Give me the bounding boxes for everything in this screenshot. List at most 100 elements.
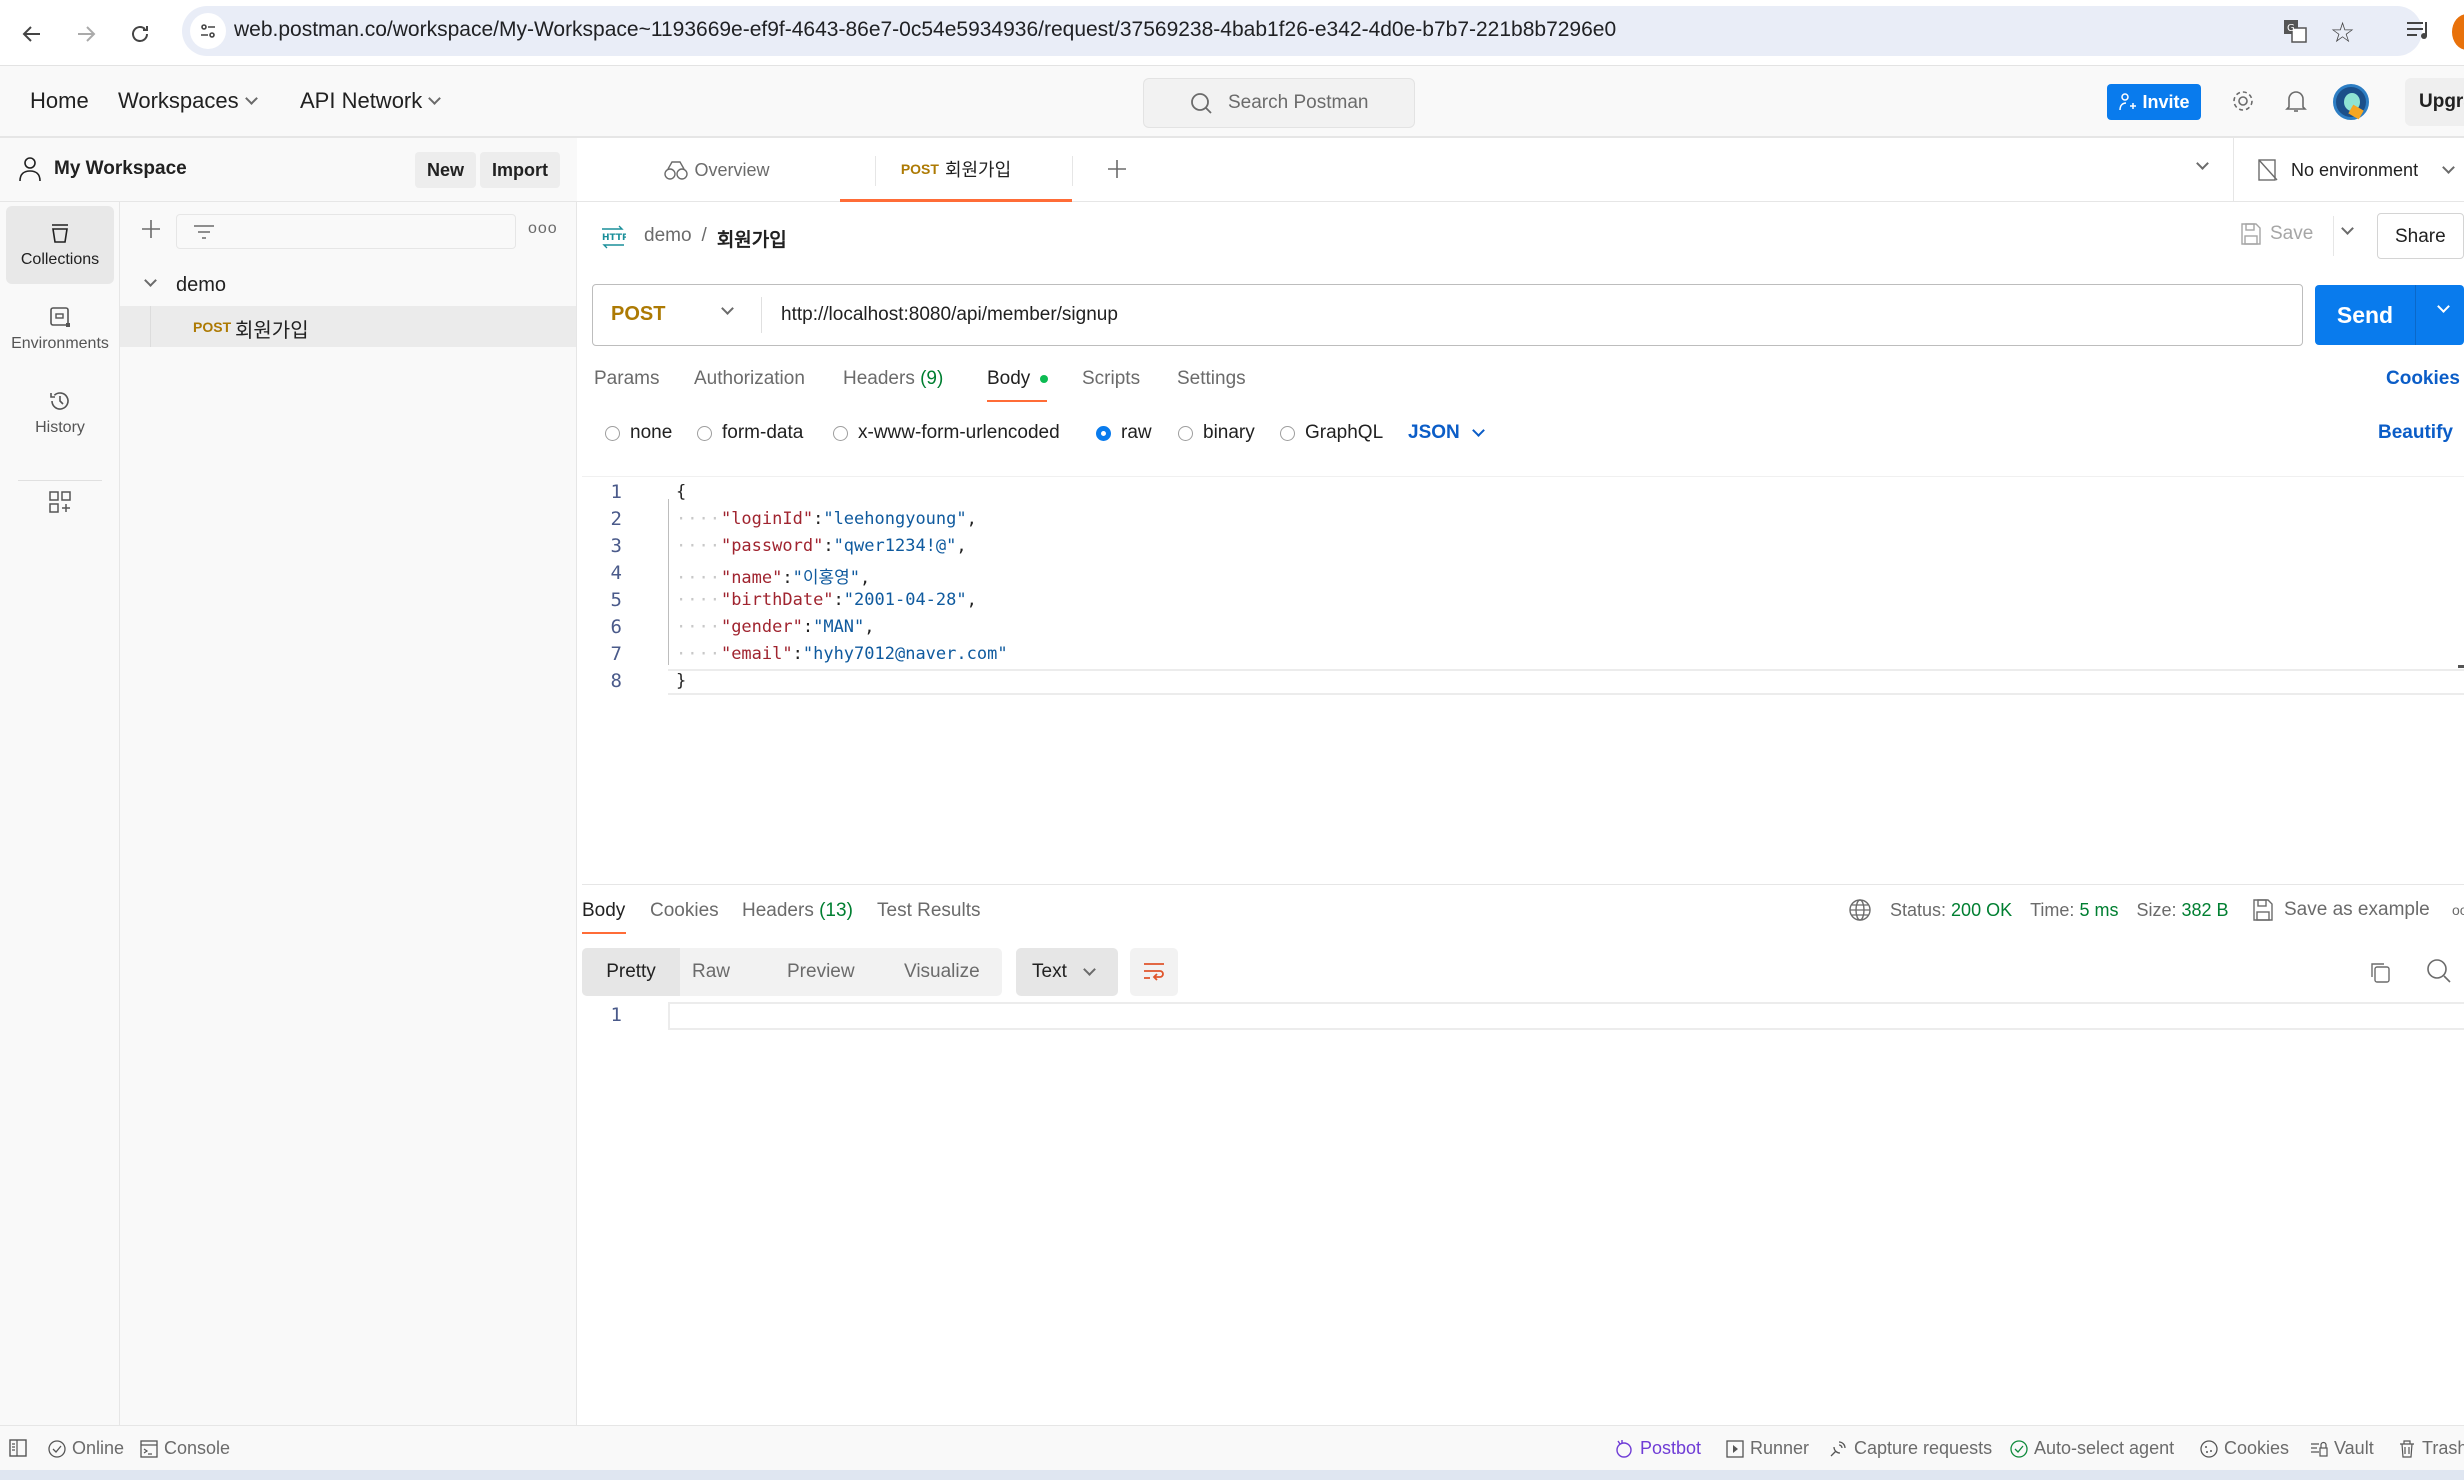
json-key: "birthDate" <box>720 590 834 610</box>
cookies-button[interactable]: Cookies <box>2200 1438 2289 1459</box>
capture-requests-button[interactable]: Capture requests <box>1828 1438 1992 1459</box>
more-options-icon[interactable]: ooo <box>528 220 558 238</box>
beautify-link[interactable]: Beautify <box>2378 422 2453 444</box>
request-tabs-bar: Overview POST 회원가입 No environment <box>577 138 2464 202</box>
settings-icon[interactable] <box>2230 88 2256 114</box>
online-status[interactable]: Online <box>48 1438 124 1459</box>
radio-none[interactable]: none <box>605 422 672 444</box>
share-button[interactable]: Share <box>2377 213 2464 259</box>
sidebar-item-environments[interactable]: Environments <box>6 290 114 368</box>
tab-headers[interactable]: Headers (9) <box>843 368 943 390</box>
response-tab-headers[interactable]: Headers (13) <box>742 900 853 922</box>
json-key: "name" <box>720 568 783 588</box>
language-select[interactable]: JSON <box>1408 422 1485 444</box>
runner-button[interactable]: Runner <box>1726 1438 1809 1459</box>
search-response-icon[interactable] <box>2426 958 2452 984</box>
method-select[interactable]: POST <box>593 285 761 345</box>
notifications-bell-icon[interactable] <box>2284 88 2308 114</box>
radio-binary[interactable]: binary <box>1178 422 1255 444</box>
filter-collections-input[interactable] <box>176 214 516 249</box>
response-tab-cookies[interactable]: Cookies <box>650 900 719 922</box>
url-input[interactable] <box>781 299 2281 331</box>
response-format-select[interactable]: Text <box>1016 948 1118 996</box>
vault-button[interactable]: Vault <box>2310 1438 2374 1459</box>
response-more-icon[interactable]: oo <box>2452 902 2464 918</box>
radio-graphql[interactable]: GraphQL <box>1280 422 1383 444</box>
send-options-chevron-icon[interactable] <box>2437 300 2450 313</box>
url-text[interactable]: web.postman.co/workspace/My-Workspace~11… <box>234 18 1616 42</box>
request-item[interactable]: POST 회원가입 <box>120 306 576 347</box>
workspace-name[interactable]: My Workspace <box>54 158 187 180</box>
tabs-overflow-chevron-icon[interactable] <box>2196 157 2209 170</box>
indent-whitespace: ···· <box>676 536 721 556</box>
search-input[interactable]: Search Postman <box>1143 78 1415 128</box>
media-control-icon[interactable] <box>2404 16 2432 44</box>
add-user-icon <box>2119 93 2137 111</box>
body-editor[interactable]: 1{2 ····"loginId":"leehongyoung", 3 ····"pa… <box>582 476 2464 876</box>
breadcrumb-collection[interactable]: demo <box>644 225 692 252</box>
editor-scrollbar[interactable] <box>2458 665 2464 668</box>
save-button[interactable]: Save <box>2240 222 2313 246</box>
forward-button[interactable] <box>66 14 106 54</box>
new-button[interactable]: New <box>415 152 477 188</box>
tab-request-signup[interactable]: POST 회원가입 <box>840 138 1072 202</box>
import-button[interactable]: Import <box>480 152 560 188</box>
nav-api-network[interactable]: API Network <box>300 88 442 114</box>
sidebar-item-collections[interactable]: Collections <box>6 206 114 284</box>
response-body-viewer[interactable]: 1 <box>582 1000 2464 1420</box>
tab-overview[interactable]: Overview <box>597 138 837 202</box>
back-button[interactable] <box>12 14 52 54</box>
radio-urlencoded[interactable]: x-www-form-urlencoded <box>833 422 1060 444</box>
tab-authorization[interactable]: Authorization <box>694 368 805 390</box>
view-pretty[interactable]: Pretty <box>582 948 680 996</box>
code-line: ····"loginId":"leehongyoung", <box>676 509 977 529</box>
new-tab-button[interactable] <box>1106 158 1128 180</box>
auto-select-agent-button[interactable]: Auto-select agent <box>2010 1438 2174 1459</box>
upgrade-button[interactable]: Upgrade <box>2405 78 2464 126</box>
toggle-sidebar-icon[interactable] <box>8 1438 28 1458</box>
globe-icon[interactable] <box>1848 898 1872 922</box>
environment-selector[interactable]: No environment <box>2257 138 2464 202</box>
tab-scripts[interactable]: Scripts <box>1082 368 1140 390</box>
save-as-example-button[interactable]: Save as example <box>2252 898 2430 922</box>
nav-workspaces[interactable]: Workspaces <box>118 88 258 114</box>
radio-raw[interactable]: raw <box>1096 422 1152 444</box>
trash-button[interactable]: Trash <box>2398 1438 2464 1459</box>
request-name[interactable]: 회원가입 <box>717 225 787 252</box>
radio-form-data[interactable]: form-data <box>697 422 803 444</box>
postbot-button[interactable]: Postbot <box>1614 1438 1701 1459</box>
wrap-lines-button[interactable] <box>1130 948 1178 996</box>
size-readout[interactable]: Size: 382 B <box>2136 900 2228 921</box>
send-button[interactable]: Send <box>2315 285 2415 345</box>
save-options-chevron-icon[interactable] <box>2341 222 2354 235</box>
sidebar-item-history[interactable]: History <box>6 374 114 452</box>
site-settings-icon[interactable] <box>190 13 226 49</box>
response-tab-body[interactable]: Body <box>582 900 625 922</box>
pane-divider[interactable] <box>582 884 2464 885</box>
view-preview[interactable]: Preview <box>787 961 855 983</box>
nav-home[interactable]: Home <box>30 88 89 114</box>
tab-params[interactable]: Params <box>594 368 659 390</box>
request-url-bar: POST <box>592 284 2303 346</box>
user-avatar[interactable] <box>2333 84 2369 120</box>
console-button[interactable]: Console <box>140 1438 230 1459</box>
collection-item-demo[interactable]: demo <box>120 266 576 306</box>
translate-icon[interactable]: G <box>2282 18 2308 44</box>
tab-body[interactable]: Body <box>987 368 1048 390</box>
address-bar[interactable]: web.postman.co/workspace/My-Workspace~11… <box>182 6 2422 56</box>
status-readout[interactable]: Status: 200 OK <box>1890 900 2012 921</box>
json-comma: , <box>966 509 977 529</box>
add-collection-icon[interactable] <box>140 218 162 240</box>
bookmark-star-icon[interactable]: ☆ <box>2330 16 2355 49</box>
response-tab-test-results[interactable]: Test Results <box>877 900 980 922</box>
time-readout[interactable]: Time: 5 ms <box>2030 900 2118 921</box>
view-raw[interactable]: Raw <box>692 961 730 983</box>
profile-avatar[interactable] <box>2452 14 2464 50</box>
cookies-link[interactable]: Cookies <box>2386 368 2460 390</box>
copy-icon[interactable] <box>2368 960 2392 984</box>
view-visualize[interactable]: Visualize <box>904 961 980 983</box>
reload-button[interactable] <box>120 14 160 54</box>
invite-button[interactable]: Invite <box>2107 84 2201 120</box>
configure-sidebar-icon[interactable] <box>48 490 72 514</box>
tab-settings[interactable]: Settings <box>1177 368 1246 390</box>
